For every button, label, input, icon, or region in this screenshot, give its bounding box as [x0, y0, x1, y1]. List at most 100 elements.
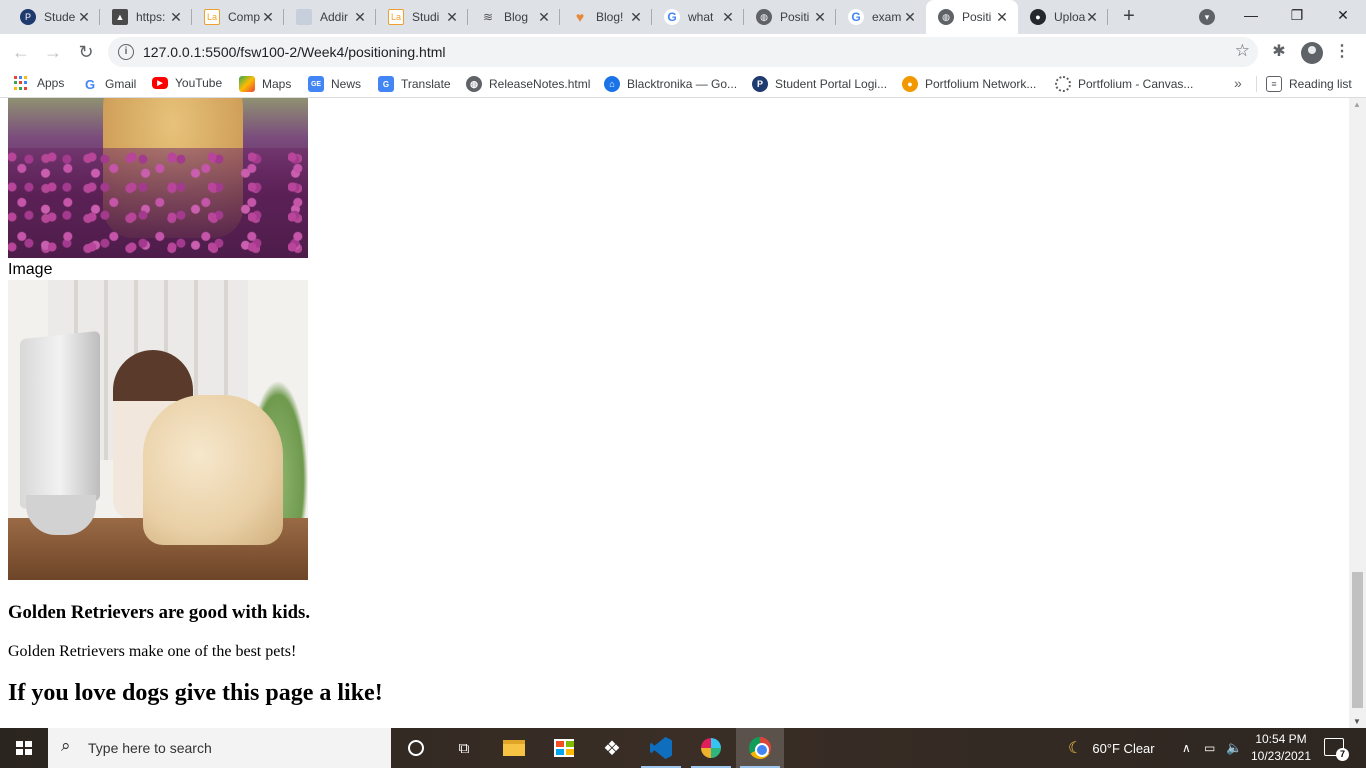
site-info-icon[interactable]: i	[118, 44, 134, 60]
bookmark-student-portal[interactable]: P Student Portal Logi...	[752, 76, 887, 92]
tab[interactable]: ≋ Blog ✕	[468, 0, 560, 34]
bookmark-news[interactable]: GE News	[308, 76, 361, 92]
tab-separator	[1107, 9, 1108, 25]
system-clock[interactable]: 10:54 PM 10/23/2021	[1246, 731, 1316, 765]
bookmark-gmail[interactable]: G Gmail	[82, 76, 136, 92]
tab-title: Addir	[320, 10, 349, 24]
apps-grid-icon	[14, 76, 28, 90]
scroll-up-arrow-icon[interactable]: ▲	[1353, 100, 1361, 109]
tab[interactable]: La Studi ✕	[376, 0, 468, 34]
globe-icon: ◍	[756, 9, 772, 25]
chrome-button[interactable]	[736, 728, 784, 768]
close-icon[interactable]: ✕	[260, 9, 276, 25]
bookmark-label: ReleaseNotes.html	[489, 77, 591, 91]
task-view-button[interactable]: ⧉	[440, 728, 488, 768]
bookmark-translate[interactable]: G Translate	[378, 76, 451, 92]
bookmark-blacktronika[interactable]: ⌂ Blacktronika — Go...	[604, 76, 737, 92]
close-icon[interactable]: ✕	[352, 9, 368, 25]
speaker-icon: 🔈	[1226, 740, 1243, 755]
close-icon[interactable]: ✕	[902, 9, 918, 25]
bookmark-label: Portfolium Network...	[925, 77, 1037, 91]
tab-title: Blog	[504, 10, 529, 24]
bookmark-youtube[interactable]: ▶ YouTube	[152, 76, 222, 90]
bookmark-apps[interactable]: Apps	[14, 76, 64, 90]
vscode-icon	[650, 737, 672, 759]
reading-list-button[interactable]: ≡ Reading list	[1266, 76, 1352, 92]
bookmark-label: Portfolium - Canvas...	[1078, 77, 1194, 91]
action-center-button[interactable]: 7	[1324, 738, 1349, 761]
minimize-button[interactable]: —	[1228, 0, 1274, 30]
tab-search-button[interactable]: ▾	[1199, 9, 1215, 25]
page-viewport[interactable]: Image Golden Retrievers are good with ki…	[0, 98, 1366, 728]
tab[interactable]: G what ✕	[652, 0, 744, 34]
chrome-icon	[749, 737, 771, 759]
bookmark-maps[interactable]: Maps	[239, 76, 291, 92]
close-icon[interactable]: ✕	[76, 9, 92, 25]
tab[interactable]: La Comp ✕	[192, 0, 284, 34]
volume-button[interactable]: 🔈	[1226, 728, 1242, 768]
more-bookmarks-chevron-icon[interactable]: »	[1234, 75, 1242, 91]
dropbox-button[interactable]: ❖	[588, 728, 636, 768]
weather-widget[interactable]: ☾ 60°F Clear	[1068, 728, 1155, 768]
forward-button[interactable]: →	[41, 40, 65, 64]
github-icon: ●	[1030, 9, 1046, 25]
bookmark-releasenotes[interactable]: ◍ ReleaseNotes.html	[466, 76, 590, 92]
close-icon[interactable]: ✕	[444, 9, 460, 25]
extensions-icon[interactable]: ✱	[1269, 42, 1289, 62]
battery-icon: ▭	[1204, 741, 1216, 755]
image-caption: Image	[8, 261, 53, 278]
vertical-scrollbar[interactable]: ▲ ▼	[1349, 98, 1366, 728]
bookmark-star-icon[interactable]: ☆	[1235, 41, 1250, 61]
profile-avatar[interactable]	[1301, 42, 1323, 64]
chevron-up-icon: ∧	[1182, 741, 1191, 755]
reload-button[interactable]: ↻	[74, 40, 98, 64]
close-icon[interactable]: ✕	[536, 9, 552, 25]
la-icon: La	[388, 9, 404, 25]
close-icon[interactable]: ✕	[720, 9, 736, 25]
show-hidden-icons-button[interactable]: ∧	[1182, 728, 1191, 768]
url-text[interactable]: 127.0.0.1:5500/fsw100-2/Week4/positionin…	[143, 44, 446, 60]
back-button[interactable]: ←	[9, 40, 33, 64]
close-icon[interactable]: ✕	[812, 9, 828, 25]
more-menu-icon[interactable]: ⋮	[1332, 42, 1352, 62]
heart-icon: ♥	[572, 9, 588, 25]
slack-button[interactable]	[687, 728, 735, 768]
tab-active[interactable]: ◍ Positi ✕	[926, 0, 1018, 34]
start-button[interactable]	[0, 728, 48, 768]
close-icon[interactable]: ✕	[1084, 9, 1100, 25]
close-icon[interactable]: ✕	[628, 9, 644, 25]
youtube-icon: ▶	[152, 77, 168, 89]
tab[interactable]: ▲ https: ✕	[100, 0, 192, 34]
tab[interactable]: Addir ✕	[284, 0, 376, 34]
address-bar[interactable]: i 127.0.0.1:5500/fsw100-2/Week4/position…	[108, 37, 1258, 67]
maps-icon	[239, 76, 255, 92]
bookmark-label: YouTube	[175, 76, 223, 90]
battery-button[interactable]: ▭	[1204, 728, 1215, 768]
taskbar-search-box[interactable]: ⌕ Type here to search	[48, 728, 391, 768]
file-explorer-button[interactable]	[490, 728, 538, 768]
bookmark-label: Student Portal Logi...	[775, 77, 888, 91]
new-tab-button[interactable]: +	[1117, 5, 1141, 29]
bookmark-portfolium-network[interactable]: ● Portfolium Network...	[902, 76, 1036, 92]
scroll-down-arrow-icon[interactable]: ▼	[1353, 717, 1361, 726]
close-window-button[interactable]: ✕	[1320, 0, 1366, 30]
tab[interactable]: ◍ Positi ✕	[744, 0, 836, 34]
cortana-button[interactable]	[392, 728, 440, 768]
scrollbar-thumb[interactable]	[1352, 572, 1363, 708]
close-icon[interactable]: ✕	[168, 9, 184, 25]
bookmark-label: News	[331, 77, 362, 91]
globe-icon: ◍	[938, 9, 954, 25]
reading-list-icon: ≡	[1266, 76, 1282, 92]
close-icon[interactable]: ✕	[994, 9, 1010, 25]
tab[interactable]: ♥ Blog! ✕	[560, 0, 652, 34]
bookmark-portfolium-canvas[interactable]: Portfolium - Canvas...	[1055, 76, 1193, 92]
restore-button[interactable]: ❐	[1274, 0, 1320, 30]
tab[interactable]: ● Uploa ✕	[1018, 0, 1108, 34]
store-button[interactable]	[540, 728, 588, 768]
vscode-button[interactable]	[637, 728, 685, 768]
translate-icon: G	[378, 76, 394, 92]
tab[interactable]: G exam ✕	[836, 0, 926, 34]
cortana-circle-icon	[408, 740, 424, 756]
tab-title: Comp	[228, 10, 261, 24]
tab[interactable]: P Stude ✕	[8, 0, 100, 34]
